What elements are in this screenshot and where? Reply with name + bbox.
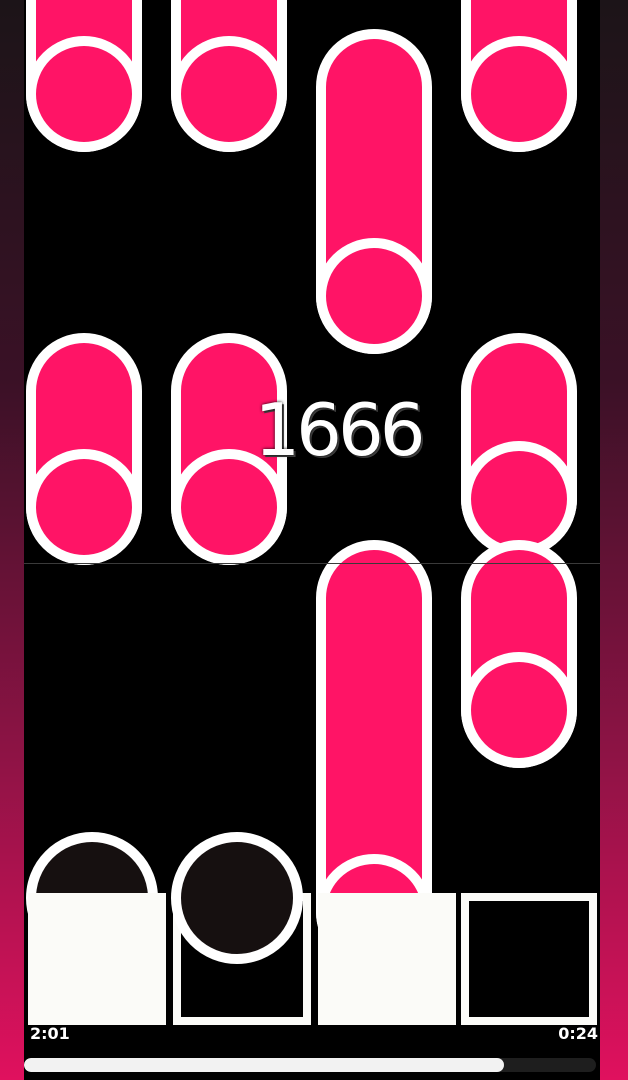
lane-2-catcher — [171, 832, 303, 964]
hold-note — [461, 333, 577, 557]
elapsed-time: 2:01 — [30, 1024, 70, 1043]
hold-note — [171, 0, 287, 152]
game-playfield: 1666 — [24, 0, 600, 1080]
score-counter: 1666 — [254, 388, 425, 472]
lane-1-key[interactable] — [28, 893, 166, 1025]
note-head — [26, 449, 142, 565]
note-head — [171, 36, 287, 152]
note-head — [461, 652, 577, 768]
note-head — [26, 36, 142, 152]
hold-note — [26, 333, 142, 565]
hold-note — [316, 29, 432, 354]
song-progress-fill — [24, 1058, 505, 1072]
hit-line — [24, 563, 600, 564]
lane-4-key[interactable] — [461, 893, 597, 1025]
hold-note — [461, 540, 577, 768]
remaining-time: 0:24 — [558, 1024, 598, 1043]
hold-note — [461, 0, 577, 152]
note-head — [316, 238, 432, 354]
note-head — [461, 36, 577, 152]
lane-3-key[interactable] — [318, 893, 456, 1025]
hold-note — [26, 0, 142, 152]
song-progress-bar[interactable] — [24, 1058, 596, 1072]
